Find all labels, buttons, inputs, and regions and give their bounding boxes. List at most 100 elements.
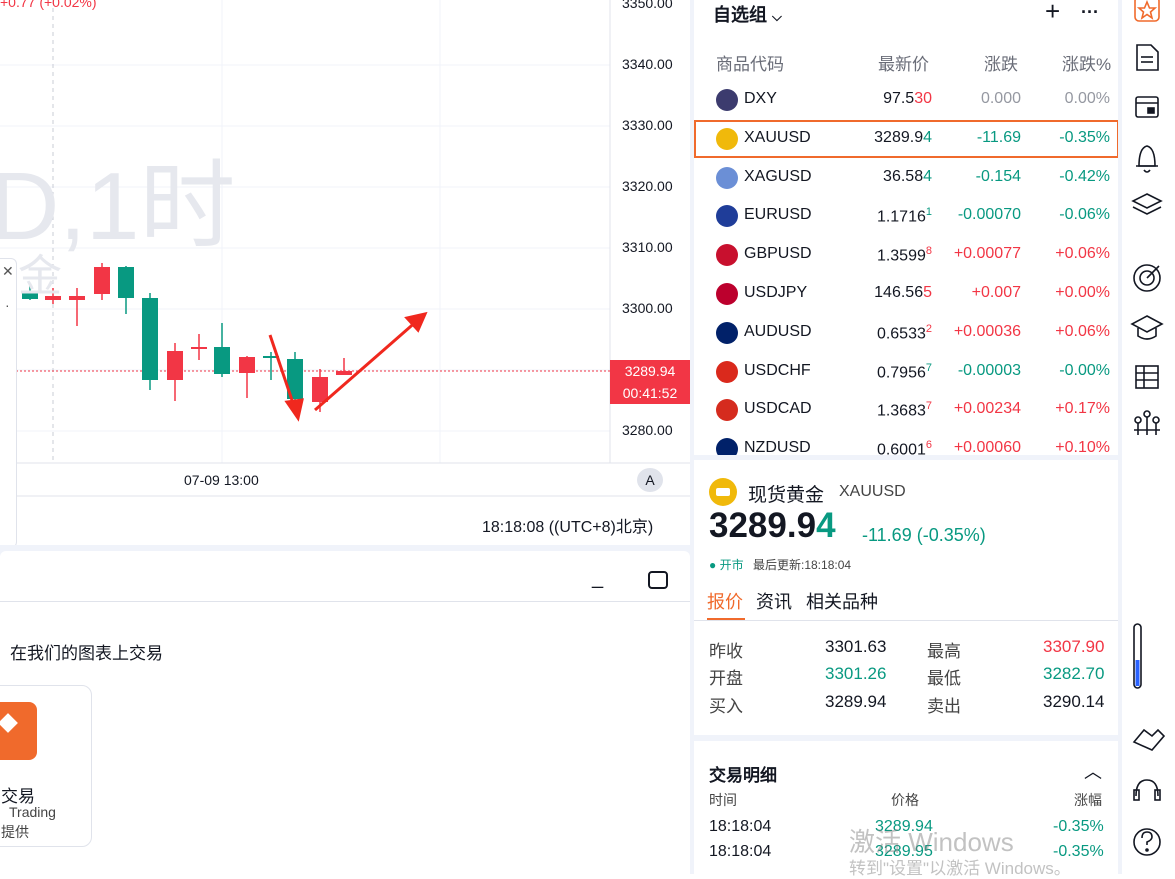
row-change: +0.00036 bbox=[953, 322, 1021, 340]
grid-table-icon[interactable] bbox=[1135, 365, 1159, 389]
trades-title: 交易明细 bbox=[709, 766, 777, 785]
row-symbol: NZDUSD bbox=[744, 439, 811, 455]
minimize-button[interactable]: _ bbox=[592, 567, 603, 590]
education-cap-icon[interactable] bbox=[1130, 315, 1164, 340]
stat-value: 3307.90 bbox=[1043, 637, 1105, 656]
watchlist-row-usdchf[interactable]: USDCHF 0.79567 -0.00003 -0.00% bbox=[694, 353, 1118, 391]
row-last-tail: 2 bbox=[925, 322, 932, 335]
thermometer-fill bbox=[1135, 660, 1140, 686]
stat-label: 最高 bbox=[927, 642, 961, 661]
row-symbol: USDCAD bbox=[744, 400, 812, 418]
details-change: -11.69 (-0.35%) bbox=[862, 525, 986, 545]
row-last-main: 0.6001 bbox=[876, 441, 926, 455]
layers-icon[interactable] bbox=[1131, 193, 1163, 215]
row-last-main: 0.7956 bbox=[876, 363, 926, 381]
news-doc-icon[interactable] bbox=[1136, 44, 1159, 71]
gold-symbol-icon bbox=[709, 478, 737, 506]
watchlist-row-xagusd[interactable]: XAGUSD 36.584 -0.154 -0.42% bbox=[694, 159, 1118, 197]
row-change: -0.00070 bbox=[957, 206, 1021, 224]
watchlist-row-gbpusd[interactable]: GBPUSD 1.35998 +0.00077 +0.06% bbox=[694, 236, 1118, 274]
help-icon[interactable] bbox=[1133, 828, 1161, 856]
row-change: +0.00234 bbox=[953, 400, 1021, 418]
tab-quote[interactable]: 报价 bbox=[707, 588, 743, 614]
row-last: 1.36837 bbox=[877, 400, 932, 420]
chevron-up-icon[interactable]: ︿ bbox=[1084, 758, 1102, 784]
row-last-main: 146.56 bbox=[874, 284, 924, 301]
watchlist-divider[interactable] bbox=[694, 455, 1118, 460]
watchlist-row-usdcad[interactable]: USDCAD 1.36837 +0.00234 +0.17% bbox=[694, 391, 1118, 429]
chart-clock[interactable]: 18:18:08 ((UTC+8)北京) bbox=[482, 513, 653, 537]
alert-bell-icon[interactable] bbox=[1136, 145, 1158, 173]
row-last-tail: 30 bbox=[914, 90, 932, 107]
trade-time: 18:18:04 bbox=[709, 818, 772, 835]
windows-activation-line2: 转到"设置"以激活 Windows。 bbox=[849, 859, 1071, 878]
row-last: 0.65332 bbox=[877, 323, 932, 343]
details-symbol[interactable]: XAUUSD bbox=[839, 483, 906, 501]
stats-divider bbox=[694, 735, 1118, 741]
bottom-panel-bg: _ 在我们的图表上交易 交易 Trading 提供 bbox=[0, 545, 690, 874]
trades-col-price: 价格 bbox=[891, 792, 919, 808]
watchlist-row-nzdusd[interactable]: NZDUSD 0.60016 +0.00060 +0.10% bbox=[694, 430, 1118, 455]
row-last-main: 0.6533 bbox=[876, 325, 926, 343]
row-symbol: DXY bbox=[744, 90, 777, 107]
row-change: -0.154 bbox=[975, 167, 1021, 185]
row-symbol: AUDUSD bbox=[744, 322, 812, 340]
headset-icon[interactable] bbox=[1133, 779, 1161, 801]
row-change-pct: +0.06% bbox=[1055, 245, 1110, 263]
flag-icon bbox=[716, 399, 738, 422]
tab-news[interactable]: 资讯 bbox=[756, 588, 792, 614]
broker-sub2: 提供 bbox=[1, 824, 29, 840]
network-icon[interactable] bbox=[1134, 410, 1160, 435]
watchlist-row-eurusd[interactable]: EURUSD 1.17161 -0.00070 -0.06% bbox=[694, 197, 1118, 235]
tab-related[interactable]: 相关品种 bbox=[806, 588, 878, 614]
calendar-icon[interactable] bbox=[1135, 96, 1159, 118]
details-price-tail: 4 bbox=[816, 506, 836, 545]
watchlist-star-icon[interactable] bbox=[1134, 0, 1160, 22]
flag-icon bbox=[716, 166, 738, 189]
row-last-tail: 1 bbox=[925, 206, 932, 219]
row-change-pct: +0.17% bbox=[1055, 400, 1110, 418]
row-symbol: USDCHF bbox=[744, 361, 811, 379]
watchlist-row-audusd[interactable]: AUDUSD 0.65332 +0.00036 +0.06% bbox=[694, 314, 1118, 352]
row-last: 1.17161 bbox=[877, 206, 932, 226]
flag-icon bbox=[716, 321, 738, 344]
row-change: +0.007 bbox=[971, 284, 1021, 301]
row-last: 146.565 bbox=[874, 284, 932, 302]
stat-value: 3301.26 bbox=[825, 664, 887, 683]
details-price: 3289.94 bbox=[709, 506, 836, 546]
trade-pct: -0.35% bbox=[1053, 818, 1104, 835]
row-last: 36.584 bbox=[883, 168, 932, 186]
panel-divider bbox=[0, 601, 690, 602]
row-change-pct: +0.10% bbox=[1055, 439, 1110, 455]
row-change-pct: +0.06% bbox=[1055, 322, 1110, 340]
stat-label: 开盘 bbox=[709, 669, 743, 688]
row-symbol: GBPUSD bbox=[744, 245, 812, 263]
auto-scale-button[interactable]: A bbox=[637, 468, 663, 492]
row-symbol: XAGUSD bbox=[744, 167, 812, 185]
row-last-main: 97.5 bbox=[883, 90, 915, 107]
row-last: 1.35998 bbox=[877, 245, 932, 265]
handshake-icon[interactable] bbox=[1132, 728, 1166, 751]
stat-label: 买入 bbox=[709, 697, 743, 716]
last-updated: 最后更新:18:18:04 bbox=[753, 558, 852, 572]
broker-card[interactable]: 交易 Trading 提供 bbox=[0, 685, 92, 847]
row-last-main: 36.58 bbox=[883, 167, 924, 185]
watchlist-row-dxy[interactable]: DXY 97.530 0.000 0.00% bbox=[694, 81, 1118, 119]
trade-time: 18:18:04 bbox=[709, 843, 772, 860]
maximize-button[interactable] bbox=[648, 571, 668, 589]
flag-icon bbox=[716, 438, 738, 455]
row-change: -0.00003 bbox=[957, 361, 1021, 379]
watchlist-row-usdjpy[interactable]: USDJPY 146.565 +0.007 +0.00% bbox=[694, 275, 1118, 313]
broker-sub1: Trading bbox=[9, 804, 56, 820]
row-last-tail: 7 bbox=[925, 400, 932, 413]
flag-icon bbox=[716, 205, 738, 228]
row-last-tail: 5 bbox=[923, 284, 932, 301]
trading-panel: _ 在我们的图表上交易 交易 Trading 提供 bbox=[0, 551, 690, 874]
target-icon[interactable] bbox=[1133, 264, 1161, 292]
stat-label: 昨收 bbox=[709, 642, 743, 661]
row-last-main: 1.1716 bbox=[876, 208, 926, 226]
row-last-tail: 6 bbox=[925, 439, 932, 452]
row-change-pct: -0.42% bbox=[1059, 167, 1110, 185]
watchlist-rows: DXY 97.530 0.000 0.00% XAUUSD 3289.94 -11.69 -0… bbox=[0, 0, 1118, 455]
row-change: +0.00060 bbox=[953, 439, 1021, 455]
